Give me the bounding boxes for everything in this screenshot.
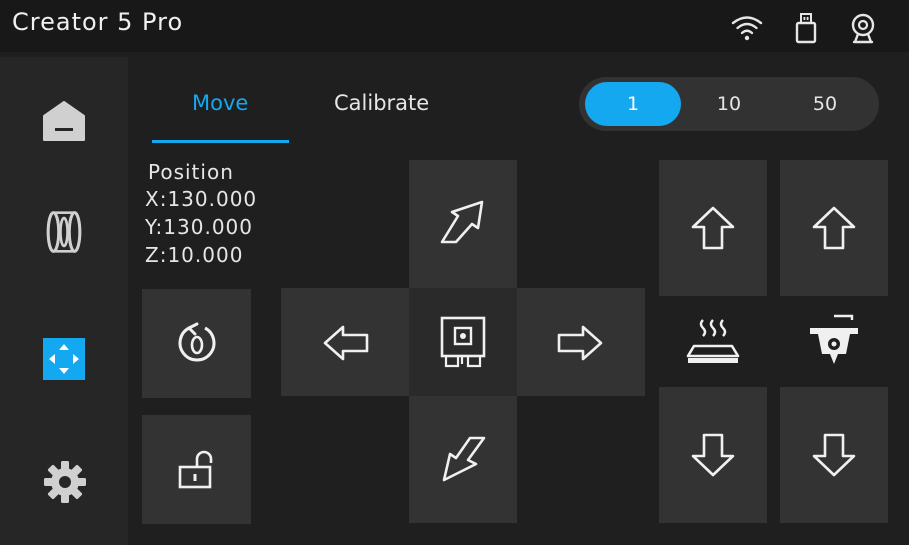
active-tab-underline — [152, 140, 289, 143]
filament-spool-icon — [46, 211, 82, 253]
gear-icon — [44, 461, 86, 503]
usb-drive-icon — [790, 12, 822, 44]
arrow-down-icon — [691, 433, 735, 477]
position-z-value: Z:10.000 — [145, 243, 244, 267]
extruder-icon — [806, 314, 862, 370]
app-title: Creator 5 Pro — [12, 8, 184, 36]
sidebar-item-settings[interactable] — [0, 429, 128, 539]
step-size-option-50[interactable]: 50 — [777, 82, 873, 126]
move-y-plus-button[interactable] — [409, 160, 517, 288]
print-head-icon — [440, 316, 486, 368]
center-print-head-button[interactable] — [409, 288, 517, 396]
arrow-down-icon — [812, 433, 856, 477]
home-axes-icon — [178, 322, 216, 362]
arrow-up-icon — [691, 206, 735, 250]
step-size-option-10[interactable]: 10 — [681, 82, 777, 126]
sidebar-item-filament[interactable] — [0, 178, 128, 288]
position-heading: Position — [148, 160, 234, 184]
move-x-minus-button[interactable] — [281, 288, 409, 396]
arrow-right-icon — [557, 325, 603, 361]
sidebar-item-home[interactable] — [0, 63, 128, 173]
position-y-value: Y:130.000 — [145, 215, 254, 239]
wifi-icon — [731, 12, 763, 44]
position-x-value: X:130.000 — [145, 187, 258, 211]
arrow-left-icon — [323, 325, 369, 361]
webcam-icon — [847, 12, 879, 44]
bed-down-button[interactable] — [659, 387, 767, 523]
tab-calibrate[interactable]: Calibrate — [334, 91, 429, 115]
heated-bed-icon — [686, 318, 740, 366]
move-x-plus-button[interactable] — [517, 288, 645, 396]
move-y-minus-button[interactable] — [409, 396, 517, 523]
bed-up-button[interactable] — [659, 160, 767, 296]
sidebar-item-move[interactable] — [0, 301, 128, 411]
nozzle-up-button[interactable] — [780, 160, 888, 296]
unlock-icon — [178, 450, 213, 489]
home-axes-button[interactable] — [142, 289, 251, 398]
arrow-up-right-icon — [440, 200, 484, 244]
sidebar — [0, 57, 128, 545]
arrow-up-icon — [812, 206, 856, 250]
move-axis-icon — [43, 338, 85, 380]
tab-move[interactable]: Move — [192, 91, 248, 115]
step-size-selector: 1 10 50 — [579, 77, 879, 131]
arrow-down-left-icon — [442, 436, 486, 482]
step-size-option-1[interactable]: 1 — [585, 82, 681, 126]
unlock-motors-button[interactable] — [142, 415, 251, 524]
nozzle-down-button[interactable] — [780, 387, 888, 523]
top-bar: Creator 5 Pro — [0, 0, 909, 52]
home-icon — [43, 101, 85, 141]
